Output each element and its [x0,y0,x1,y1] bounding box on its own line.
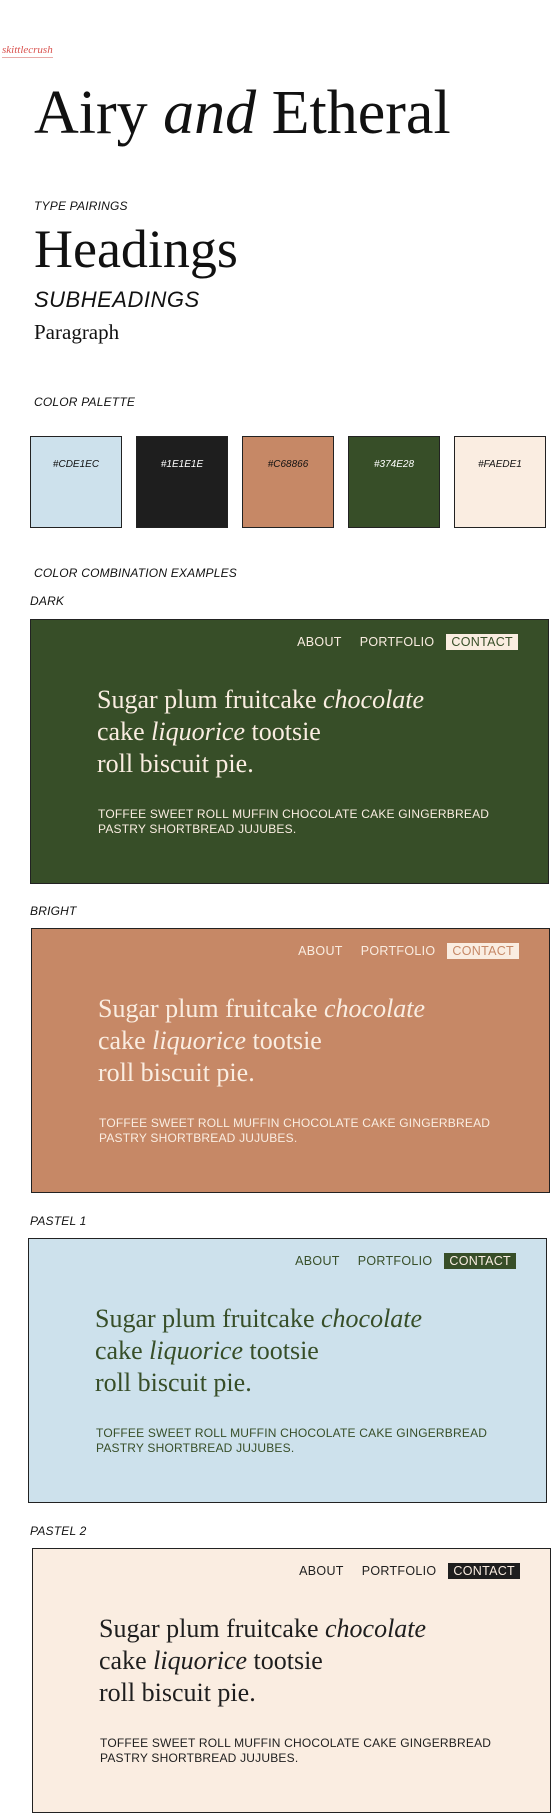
swatch-hex: #FAEDE1 [478,459,522,470]
example-panel-pastel-1: ABOUT PORTFOLIO CONTACT Sugar plum fruit… [28,1238,547,1503]
example-label-pastel-2: PASTEL 2 [30,1524,87,1538]
type-pairings-label: TYPE PAIRINGS [34,199,128,213]
example-label-pastel-1: PASTEL 1 [30,1214,87,1228]
example-label-bright: BRIGHT [30,904,77,918]
color-combos-label: COLOR COMBINATION EXAMPLES [34,566,238,580]
nav-contact-button[interactable]: CONTACT [446,634,518,650]
paragraph-sample: Paragraph [34,320,120,344]
heading-sample: Headings [34,219,238,279]
hero-body-text: TOFFEE SWEET ROLL MUFFIN CHOCOLATE CAKE … [99,1116,491,1145]
nav-bar: ABOUT PORTFOLIO CONTACT [281,1563,520,1579]
title-part-1: Airy [34,79,164,147]
swatch-black: #1E1E1E [136,436,228,528]
swatch-terracotta: #C68866 [242,436,334,528]
hero-body-text: TOFFEE SWEET ROLL MUFFIN CHOCOLATE CAKE … [100,1736,492,1765]
hero-body-text: TOFFEE SWEET ROLL MUFFIN CHOCOLATE CAKE … [98,807,490,836]
nav-bar: ABOUT PORTFOLIO CONTACT [279,634,518,650]
swatch-hex: #C68866 [267,459,309,470]
logo[interactable]: skittlecrush [2,44,53,58]
page-title: Airy and Etheral [34,82,451,144]
nav-contact-button[interactable]: CONTACT [444,1253,516,1269]
nav-portfolio[interactable]: PORTFOLIO [362,1564,437,1578]
color-palette-label: COLOR PALETTE [34,395,136,409]
title-part-3: Etheral [256,79,451,147]
nav-portfolio[interactable]: PORTFOLIO [360,635,435,649]
swatch-green: #374E28 [348,436,440,528]
nav-bar: ABOUT PORTFOLIO CONTACT [280,943,519,959]
nav-portfolio[interactable]: PORTFOLIO [361,944,436,958]
example-panel-dark: ABOUT PORTFOLIO CONTACT Sugar plum fruit… [30,619,549,884]
nav-about[interactable]: ABOUT [298,944,343,958]
hero-heading: Sugar plum fruitcake chocolate cake liqu… [97,685,425,778]
nav-about[interactable]: ABOUT [295,1254,340,1268]
nav-contact-button[interactable]: CONTACT [447,943,519,959]
hero-heading: Sugar plum fruitcake chocolate cake liqu… [95,1304,423,1397]
nav-portfolio[interactable]: PORTFOLIO [358,1254,433,1268]
hero-body-text: TOFFEE SWEET ROLL MUFFIN CHOCOLATE CAKE … [96,1426,488,1455]
example-panel-pastel-2: ABOUT PORTFOLIO CONTACT Sugar plum fruit… [32,1548,551,1813]
nav-contact-button[interactable]: CONTACT [448,1563,520,1579]
nav-about[interactable]: ABOUT [299,1564,344,1578]
hero-heading: Sugar plum fruitcake chocolate cake liqu… [99,1614,427,1707]
nav-about[interactable]: ABOUT [297,635,342,649]
hero-heading: Sugar plum fruitcake chocolate cake liqu… [98,994,426,1087]
swatch-hex: #374E28 [373,459,415,470]
nav-bar: ABOUT PORTFOLIO CONTACT [277,1253,516,1269]
swatch-cream: #FAEDE1 [454,436,546,528]
swatch-light-blue: #CDE1EC [30,436,122,528]
example-label-dark: DARK [30,594,65,608]
title-part-2: and [163,79,257,147]
subheading-sample: SUBHEADINGS [34,287,200,312]
swatch-hex: #1E1E1E [160,459,204,470]
swatch-hex: #CDE1EC [52,459,100,470]
example-panel-bright: ABOUT PORTFOLIO CONTACT Sugar plum fruit… [31,928,550,1193]
